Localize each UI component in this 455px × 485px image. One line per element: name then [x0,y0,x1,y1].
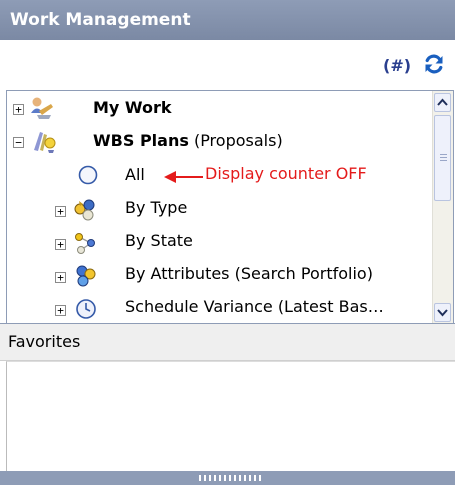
chevron-up-icon [437,98,448,106]
window-title: Work Management [0,0,455,40]
collapse-toggle-wbs-plans[interactable]: − [13,137,24,148]
favorites-panel [6,361,455,471]
schedule-variance-icon [76,299,96,319]
navigation-tree: + My Work − WBS Plans (Proposals) All Di… [6,90,454,323]
my-work-icon [31,97,53,119]
tree-item-schedule-variance[interactable]: Schedule Variance (Latest Bas… [125,297,384,316]
tree-item-wbs-plans[interactable]: WBS Plans (Proposals) [93,131,283,150]
radio-icon[interactable] [77,164,99,186]
tree-item-by-type[interactable]: By Type [125,198,187,217]
expand-toggle-schedule-variance[interactable]: + [55,305,66,316]
display-counter-toggle[interactable]: (#) [383,56,411,75]
wbs-plans-icon [34,132,56,153]
expand-toggle-by-type[interactable]: + [55,206,66,217]
annotation-text: Display counter OFF [205,164,367,183]
tree-item-all[interactable]: All [125,165,145,184]
by-type-icon [74,199,95,221]
tree-item-by-state[interactable]: By State [125,231,193,250]
tree-item-by-attributes[interactable]: By Attributes (Search Portfolio) [125,264,373,283]
tree-scrollbar[interactable] [432,91,453,323]
tree-item-my-work[interactable]: My Work [93,98,172,117]
thumb-grip [440,157,447,158]
favorites-header[interactable]: Favorites [0,323,455,361]
by-attributes-icon [76,265,96,287]
arrow-head-icon [164,171,176,183]
thumb-grip [440,154,447,155]
scroll-thumb[interactable] [434,115,451,201]
expand-toggle-by-state[interactable]: + [55,239,66,250]
chevron-down-icon [437,309,448,317]
resize-grip[interactable] [199,475,261,481]
expand-toggle-by-attributes[interactable]: + [55,272,66,283]
refresh-icon[interactable] [422,52,446,76]
scroll-up-button[interactable] [434,93,451,112]
scroll-down-button[interactable] [434,303,451,322]
expand-toggle-my-work[interactable]: + [13,104,24,115]
thumb-grip [440,160,447,161]
by-state-icon [75,233,95,254]
